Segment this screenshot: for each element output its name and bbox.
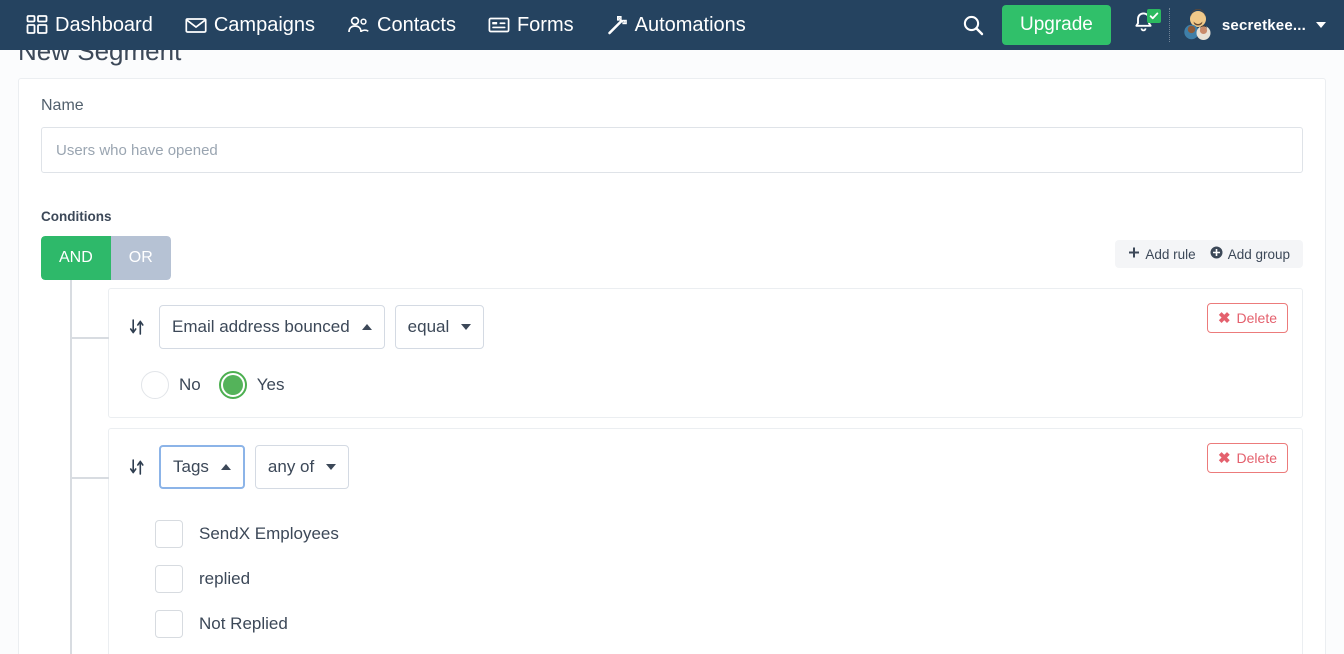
- operator-or-button[interactable]: OR: [111, 236, 171, 280]
- checkbox-option[interactable]: SendX Employees: [155, 511, 1284, 556]
- rule-value-radio-group: No Yes: [141, 371, 1284, 399]
- checkbox-option[interactable]: Not Replied: [155, 601, 1284, 646]
- caret-up-icon: [221, 464, 231, 470]
- nav-item-label: Contacts: [377, 0, 456, 50]
- add-rule-button[interactable]: Add rule: [1121, 240, 1202, 268]
- checkbox[interactable]: [155, 520, 183, 548]
- operator-and-button[interactable]: AND: [41, 236, 111, 280]
- nav-item-dashboard[interactable]: Dashboard: [10, 0, 169, 50]
- people-icon: [347, 15, 370, 35]
- rule-field-value: Email address bounced: [172, 317, 350, 337]
- sort-updown-icon[interactable]: [127, 458, 147, 476]
- rule-row: ✖ Delete Email address bounced: [108, 288, 1303, 418]
- check-badge-icon: [1147, 9, 1161, 23]
- builder-header: AND OR Add rule: [41, 236, 1303, 280]
- delete-label: Delete: [1237, 450, 1277, 466]
- name-field-label: Name: [41, 97, 1303, 115]
- rule-operator-select[interactable]: any of: [255, 445, 349, 489]
- form-icon: [488, 15, 510, 35]
- radio-option-no[interactable]: No: [141, 371, 201, 399]
- nav-item-label: Automations: [635, 0, 746, 50]
- envelope-icon: [185, 15, 207, 35]
- delete-label: Delete: [1237, 310, 1277, 326]
- magic-wand-icon: [606, 15, 628, 36]
- user-menu[interactable]: secretkee...: [1174, 0, 1330, 50]
- page-title: New Segment: [0, 50, 181, 67]
- checkbox-label: replied: [199, 569, 250, 589]
- nav-item-label: Forms: [517, 0, 574, 50]
- nav-actions: Upgrade: [950, 0, 1330, 50]
- rule-controls: Email address bounced equal: [127, 305, 1284, 349]
- radio-label: Yes: [257, 375, 285, 395]
- rule-controls: Tags any of: [127, 445, 1284, 489]
- search-icon[interactable]: [950, 0, 996, 50]
- page-body: New Segment Name Conditions AND OR: [0, 50, 1344, 654]
- checkbox[interactable]: [155, 610, 183, 638]
- rule-row: ✖ Delete Tags: [108, 428, 1303, 654]
- rules-list: ✖ Delete Email address bounced: [70, 280, 1303, 654]
- circle-plus-icon: [1210, 246, 1223, 262]
- builder-actions: Add rule Add group: [1115, 240, 1303, 268]
- radio-label: No: [179, 375, 201, 395]
- rule-operator-value: equal: [408, 317, 450, 337]
- primary-nav: Dashboard Campaigns Contacts: [10, 0, 762, 50]
- sort-updown-icon[interactable]: [127, 318, 147, 336]
- conditions-label: Conditions: [41, 209, 1303, 224]
- rule-operator-value: any of: [268, 457, 314, 477]
- rule-value-checkbox-group: SendX Employees replied Not Replied: [155, 511, 1284, 646]
- caret-down-icon: [461, 324, 471, 330]
- add-group-label: Add group: [1228, 247, 1290, 262]
- rule-field-select[interactable]: Tags: [159, 445, 245, 489]
- group-avatar-icon: [1182, 9, 1214, 41]
- radio-option-yes[interactable]: Yes: [219, 371, 285, 399]
- grid-icon: [26, 14, 48, 36]
- add-rule-label: Add rule: [1145, 247, 1195, 262]
- segment-form-card: Name Conditions AND OR Add rule: [18, 78, 1326, 654]
- nav-divider: [1169, 8, 1170, 42]
- nav-item-contacts[interactable]: Contacts: [331, 0, 472, 50]
- checkbox[interactable]: [155, 565, 183, 593]
- caret-down-icon: [326, 464, 336, 470]
- nav-item-label: Campaigns: [214, 0, 315, 50]
- x-icon: ✖: [1218, 451, 1231, 466]
- nav-item-forms[interactable]: Forms: [472, 0, 590, 50]
- radio-button[interactable]: [219, 371, 247, 399]
- logic-operator-toggle: AND OR: [41, 236, 171, 280]
- top-navbar: Dashboard Campaigns Contacts: [0, 0, 1344, 50]
- user-name-label: secretkee...: [1222, 17, 1306, 34]
- upgrade-button[interactable]: Upgrade: [1002, 5, 1111, 45]
- notifications-button[interactable]: [1121, 0, 1167, 50]
- nav-item-label: Dashboard: [55, 0, 153, 50]
- caret-up-icon: [362, 324, 372, 330]
- condition-builder: AND OR Add rule: [41, 236, 1303, 654]
- checkbox-label: Not Replied: [199, 614, 288, 634]
- rule-field-value: Tags: [173, 457, 209, 477]
- chevron-down-icon: [1316, 22, 1326, 28]
- delete-rule-button[interactable]: ✖ Delete: [1207, 303, 1288, 333]
- checkbox-label: SendX Employees: [199, 524, 339, 544]
- nav-item-automations[interactable]: Automations: [590, 0, 762, 50]
- radio-button[interactable]: [141, 371, 169, 399]
- segment-name-input[interactable]: [41, 127, 1303, 173]
- x-icon: ✖: [1218, 311, 1231, 326]
- add-group-button[interactable]: Add group: [1203, 240, 1297, 268]
- rule-operator-select[interactable]: equal: [395, 305, 485, 349]
- checkbox-option[interactable]: replied: [155, 556, 1284, 601]
- nav-item-campaigns[interactable]: Campaigns: [169, 0, 331, 50]
- rule-field-select[interactable]: Email address bounced: [159, 305, 385, 349]
- delete-rule-button[interactable]: ✖ Delete: [1207, 443, 1288, 473]
- plus-icon: [1128, 247, 1140, 262]
